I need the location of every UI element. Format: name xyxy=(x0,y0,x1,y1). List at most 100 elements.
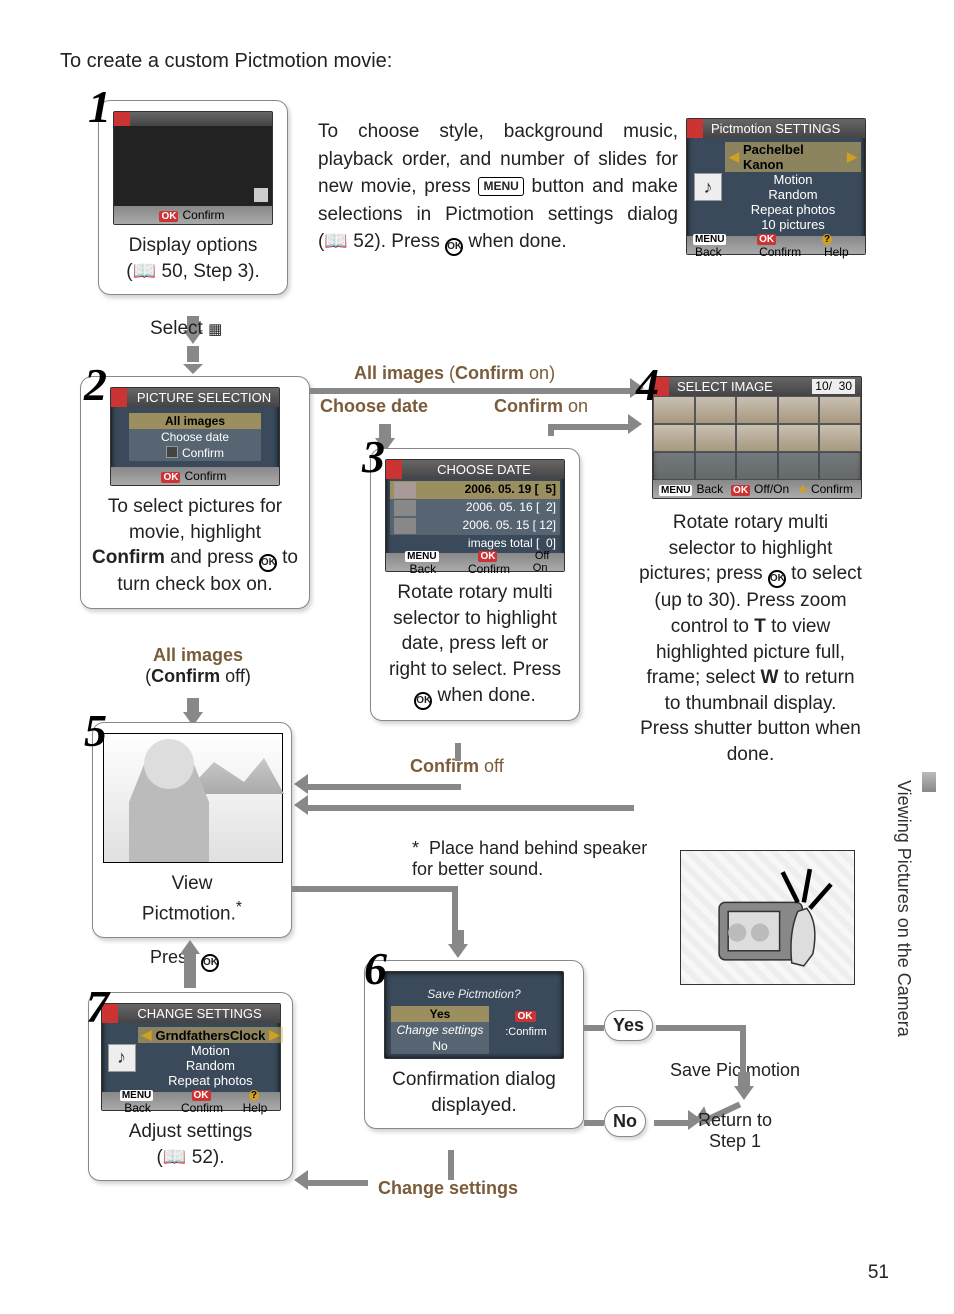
side-tab xyxy=(922,772,936,792)
arrow-down-icon xyxy=(734,1086,754,1100)
all-images-confirm-off-label: All images (Confirm off) xyxy=(128,645,268,687)
arrow-left-icon xyxy=(294,795,308,815)
step6-lcd: Save Pictmotion? Yes Change settings No … xyxy=(384,971,564,1059)
list-item: Yes xyxy=(391,1006,489,1022)
list-item: Change settings xyxy=(391,1022,489,1038)
step-number: 2 xyxy=(84,358,107,411)
step6-box: Save Pictmotion? Yes Change settings No … xyxy=(364,960,584,1129)
step-number: 7 xyxy=(86,980,109,1033)
ok-circle-icon: OK xyxy=(201,954,219,972)
step2-box: PICTURE SELECTION All images Choose date… xyxy=(80,376,310,609)
step5-caption: View Pictmotion.* xyxy=(103,871,281,927)
music-icon: ♪ xyxy=(108,1044,136,1072)
settings-footer: MENUBack OKConfirm ?Help xyxy=(687,236,865,254)
step3-caption: Rotate rotary multi selector to highligh… xyxy=(381,580,569,710)
step3-lcd: CHOOSE DATE 2006. 05. 19 [ 5] 2006. 05. … xyxy=(385,459,565,572)
music-icon: ♪ xyxy=(694,173,722,201)
thumb-icon xyxy=(394,482,416,498)
step-number: 6 xyxy=(364,942,387,995)
list-item: Choose date xyxy=(129,429,261,445)
step3-box: CHOOSE DATE 2006. 05. 19 [ 5] 2006. 05. … xyxy=(370,448,580,721)
step2-caption: To select pictures for movie, highlight … xyxy=(91,494,299,598)
camera-illustration xyxy=(680,850,855,985)
connector xyxy=(656,1025,746,1031)
thumbnail-grid xyxy=(653,396,861,480)
footnote: * Place hand behind speaker for better s… xyxy=(412,838,672,880)
confirm-off-label: Confirm off xyxy=(410,756,504,777)
arrow-left-icon xyxy=(294,1170,308,1190)
choose-date-label: Choose date xyxy=(320,396,428,417)
ok-circle-icon: OK xyxy=(414,692,432,710)
checkbox-icon xyxy=(166,446,178,458)
confirm-on-label: Confirm on xyxy=(494,396,588,417)
intro-text-4: when done. xyxy=(463,231,567,252)
side-section-label: Viewing Pictures on the Camera xyxy=(893,780,914,1037)
all-images-confirm-on-label: All images (Confirm on) xyxy=(354,363,555,384)
connector xyxy=(654,1120,690,1126)
arrow-up-icon xyxy=(180,940,200,954)
yes-label: Yes xyxy=(604,1010,653,1041)
connector xyxy=(310,388,630,394)
list-item: No xyxy=(391,1038,489,1054)
step6-caption: Confirmation dialog displayed. xyxy=(375,1067,573,1118)
pictmotion-preview xyxy=(103,733,283,863)
table-row: 2006. 05. 16 [ 2] xyxy=(390,499,560,517)
arrow-down-icon xyxy=(448,944,468,958)
save-pictmotion-label: Save Pictmotion xyxy=(670,1060,800,1081)
connector xyxy=(308,1180,368,1186)
step-number: 1 xyxy=(88,80,111,133)
settings-row: Repeat photos xyxy=(138,1073,284,1088)
arrow-down-icon: .arrow-down:nth-of-type(3)::before{heigh… xyxy=(183,364,203,374)
connector xyxy=(584,1120,604,1126)
settings-row: Random xyxy=(138,1058,284,1073)
settings-row: Motion xyxy=(138,1043,284,1058)
connector xyxy=(548,424,628,430)
settings-title: Pictmotion SETTINGS xyxy=(687,119,865,138)
ok-circle-icon: OK xyxy=(445,238,463,256)
arrow-left-icon xyxy=(294,774,308,794)
step1-lcd: OKConfirm xyxy=(113,111,273,225)
book-icon: 📖 xyxy=(163,1147,192,1168)
change-settings-label: Change settings xyxy=(378,1178,518,1199)
grid-icon xyxy=(254,188,268,202)
step5-box: View Pictmotion.* xyxy=(92,722,292,938)
step4-lcd: SELECT IMAGE10/ 30 MENUBackOKOff/On♣Conf… xyxy=(652,376,862,499)
step-number: 4 xyxy=(636,358,659,411)
step7-caption: Adjust settings (📖 52). xyxy=(99,1119,282,1170)
pictmotion-settings-lcd: Pictmotion SETTINGS ♪ ◀Pachelbel Kanon▶ … xyxy=(686,118,866,255)
no-label: No xyxy=(604,1106,646,1137)
step4-caption: Rotate rotary multi selector to highligh… xyxy=(638,510,863,768)
page-title: To create a custom Pictmotion movie: xyxy=(60,50,900,73)
arrow-right-icon xyxy=(628,414,642,434)
connector xyxy=(448,1150,454,1180)
step-number: 5 xyxy=(84,704,107,757)
table-row: 2006. 05. 15 [ 12] xyxy=(390,517,560,535)
table-row: 2006. 05. 19 [ 5] xyxy=(390,481,560,499)
connector xyxy=(308,784,461,790)
intro-paragraph: To choose style, background music, playb… xyxy=(318,118,678,256)
page-number: 51 xyxy=(868,1262,889,1284)
list-item: Confirm xyxy=(129,445,261,461)
intro-ref: 52 xyxy=(353,231,374,252)
step7-box: CHANGE SETTINGS ♪ ◀GrndfathersClock▶ Mot… xyxy=(88,992,293,1181)
arrow-right-icon xyxy=(688,1110,702,1130)
dialog-prompt: Save Pictmotion? xyxy=(385,986,563,1002)
connector xyxy=(584,1025,604,1031)
connector xyxy=(308,805,634,811)
menu-key-icon: MENU xyxy=(478,177,523,196)
settings-row: Motion xyxy=(725,172,861,187)
step1-caption: Display options (📖 50, Step 3). xyxy=(109,233,277,284)
step1-box: OKConfirm Display options (📖 50, Step 3)… xyxy=(98,100,288,295)
settings-row: ◀Pachelbel Kanon▶ xyxy=(725,142,861,172)
intro-text-3: ). Press xyxy=(374,231,445,252)
return-label: Return toStep 1 xyxy=(698,1110,772,1152)
list-item: All images xyxy=(129,413,261,429)
step2-lcd: PICTURE SELECTION All images Choose date… xyxy=(110,387,280,486)
step7-lcd: CHANGE SETTINGS ♪ ◀GrndfathersClock▶ Mot… xyxy=(101,1003,281,1111)
settings-row: Random xyxy=(725,187,861,202)
select-caption: Select ▦ xyxy=(150,318,222,340)
settings-row: Repeat photos xyxy=(725,202,861,217)
thumb-icon xyxy=(394,500,416,516)
step-number: 3 xyxy=(362,430,385,483)
thumb-icon xyxy=(394,518,416,534)
